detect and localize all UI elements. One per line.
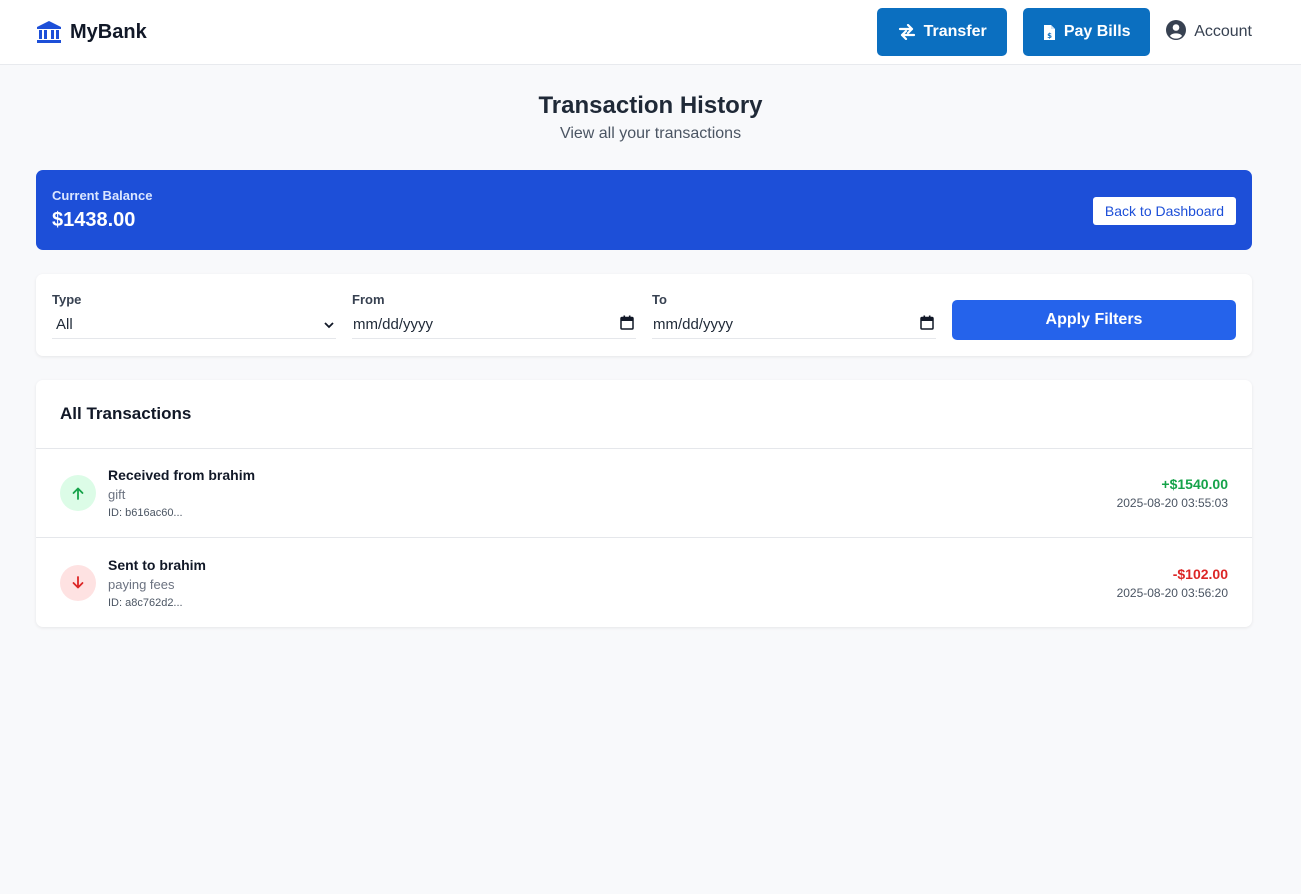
from-date-label: From xyxy=(352,292,385,307)
calendar-icon[interactable] xyxy=(920,315,934,334)
to-date-input[interactable]: mm/dd/yyyy xyxy=(652,311,936,339)
arrow-up-icon xyxy=(60,475,96,511)
balance-value: $1438.00 xyxy=(52,209,136,231)
account-menu[interactable]: Account xyxy=(1166,19,1252,45)
type-filter: Type All xyxy=(52,292,336,339)
from-date-input[interactable]: mm/dd/yyyy xyxy=(352,311,636,339)
page-subtitle: View all your transactions xyxy=(559,125,742,142)
invoice-dollar-icon: $ xyxy=(1043,24,1056,41)
transaction-row[interactable]: Received from brahim gift ID: b616ac60..… xyxy=(36,449,1252,538)
transaction-info: Sent to brahim paying fees ID: a8c762d2.… xyxy=(108,556,1117,610)
transaction-title: Sent to brahim xyxy=(108,556,207,573)
back-to-dashboard-button[interactable]: Back to Dashboard xyxy=(1092,197,1236,225)
apply-filters-button[interactable]: Apply Filters xyxy=(952,300,1236,340)
brand-name: MyBank xyxy=(70,20,147,43)
transaction-date: 2025-08-20 03:56:20 xyxy=(1116,585,1228,600)
type-select[interactable]: All xyxy=(52,311,336,339)
transaction-description: gift xyxy=(108,487,126,502)
chevron-down-icon xyxy=(324,316,334,333)
arrow-down-icon xyxy=(60,564,96,601)
from-date-placeholder: mm/dd/yyyy xyxy=(353,316,434,333)
balance-label: Current Balance xyxy=(52,188,153,203)
transactions-heading: All Transactions xyxy=(36,380,1252,449)
nav-actions: Transfer $ Pay Bills Account xyxy=(877,8,1265,56)
to-date-filter: To mm/dd/yyyy xyxy=(652,292,936,339)
calendar-icon[interactable] xyxy=(620,315,634,334)
transaction-id: ID: a8c762d2... xyxy=(108,596,183,609)
transaction-amount: -$102.00 xyxy=(1172,565,1228,582)
balance-info: Current Balance $1438.00 xyxy=(52,188,152,232)
transaction-meta: -$102.00 2025-08-20 03:56:20 xyxy=(1117,565,1228,601)
pay-bills-button-label: Pay Bills xyxy=(1063,23,1131,40)
page-title: Transaction History xyxy=(538,92,763,119)
transaction-amount: +$1540.00 xyxy=(1161,476,1228,492)
transaction-row[interactable]: Sent to brahim paying fees ID: a8c762d2.… xyxy=(36,538,1252,627)
svg-text:$: $ xyxy=(1047,32,1052,40)
type-select-value: All xyxy=(56,316,73,333)
to-date-placeholder: mm/dd/yyyy xyxy=(653,316,734,333)
transfer-button[interactable]: Transfer xyxy=(877,8,1008,56)
from-date-filter: From mm/dd/yyyy xyxy=(352,292,636,339)
user-circle-icon xyxy=(1166,19,1187,45)
top-navbar: MyBank Transfer $ Pay Bills Account xyxy=(0,0,1301,65)
account-label: Account xyxy=(1194,23,1252,40)
transaction-description: paying fees xyxy=(108,576,175,592)
pay-bills-button[interactable]: $ Pay Bills xyxy=(1023,8,1151,56)
transaction-id: ID: b616ac60... xyxy=(108,507,183,519)
type-filter-label: Type xyxy=(52,292,82,307)
transfer-button-label: Transfer xyxy=(923,23,987,40)
transaction-meta: +$1540.00 2025-08-20 03:55:03 xyxy=(1117,475,1228,511)
filters-panel: Type All From mm/dd/yyyy To mm/dd/yyyy A… xyxy=(36,274,1252,356)
main-content: Current Balance $1438.00 Back to Dashboa… xyxy=(36,170,1252,627)
balance-card: Current Balance $1438.00 Back to Dashboa… xyxy=(36,170,1252,250)
transfer-arrows-icon xyxy=(898,24,916,40)
to-date-label: To xyxy=(652,292,667,307)
bank-icon xyxy=(36,20,62,44)
page-header: Transaction History View all your transa… xyxy=(0,91,1301,144)
brand[interactable]: MyBank xyxy=(36,20,147,44)
transactions-card: All Transactions Received from brahim gi… xyxy=(36,380,1252,627)
transaction-title: Received from brahim xyxy=(108,467,256,483)
transaction-date: 2025-08-20 03:55:03 xyxy=(1116,496,1228,510)
transaction-info: Received from brahim gift ID: b616ac60..… xyxy=(108,466,1117,520)
